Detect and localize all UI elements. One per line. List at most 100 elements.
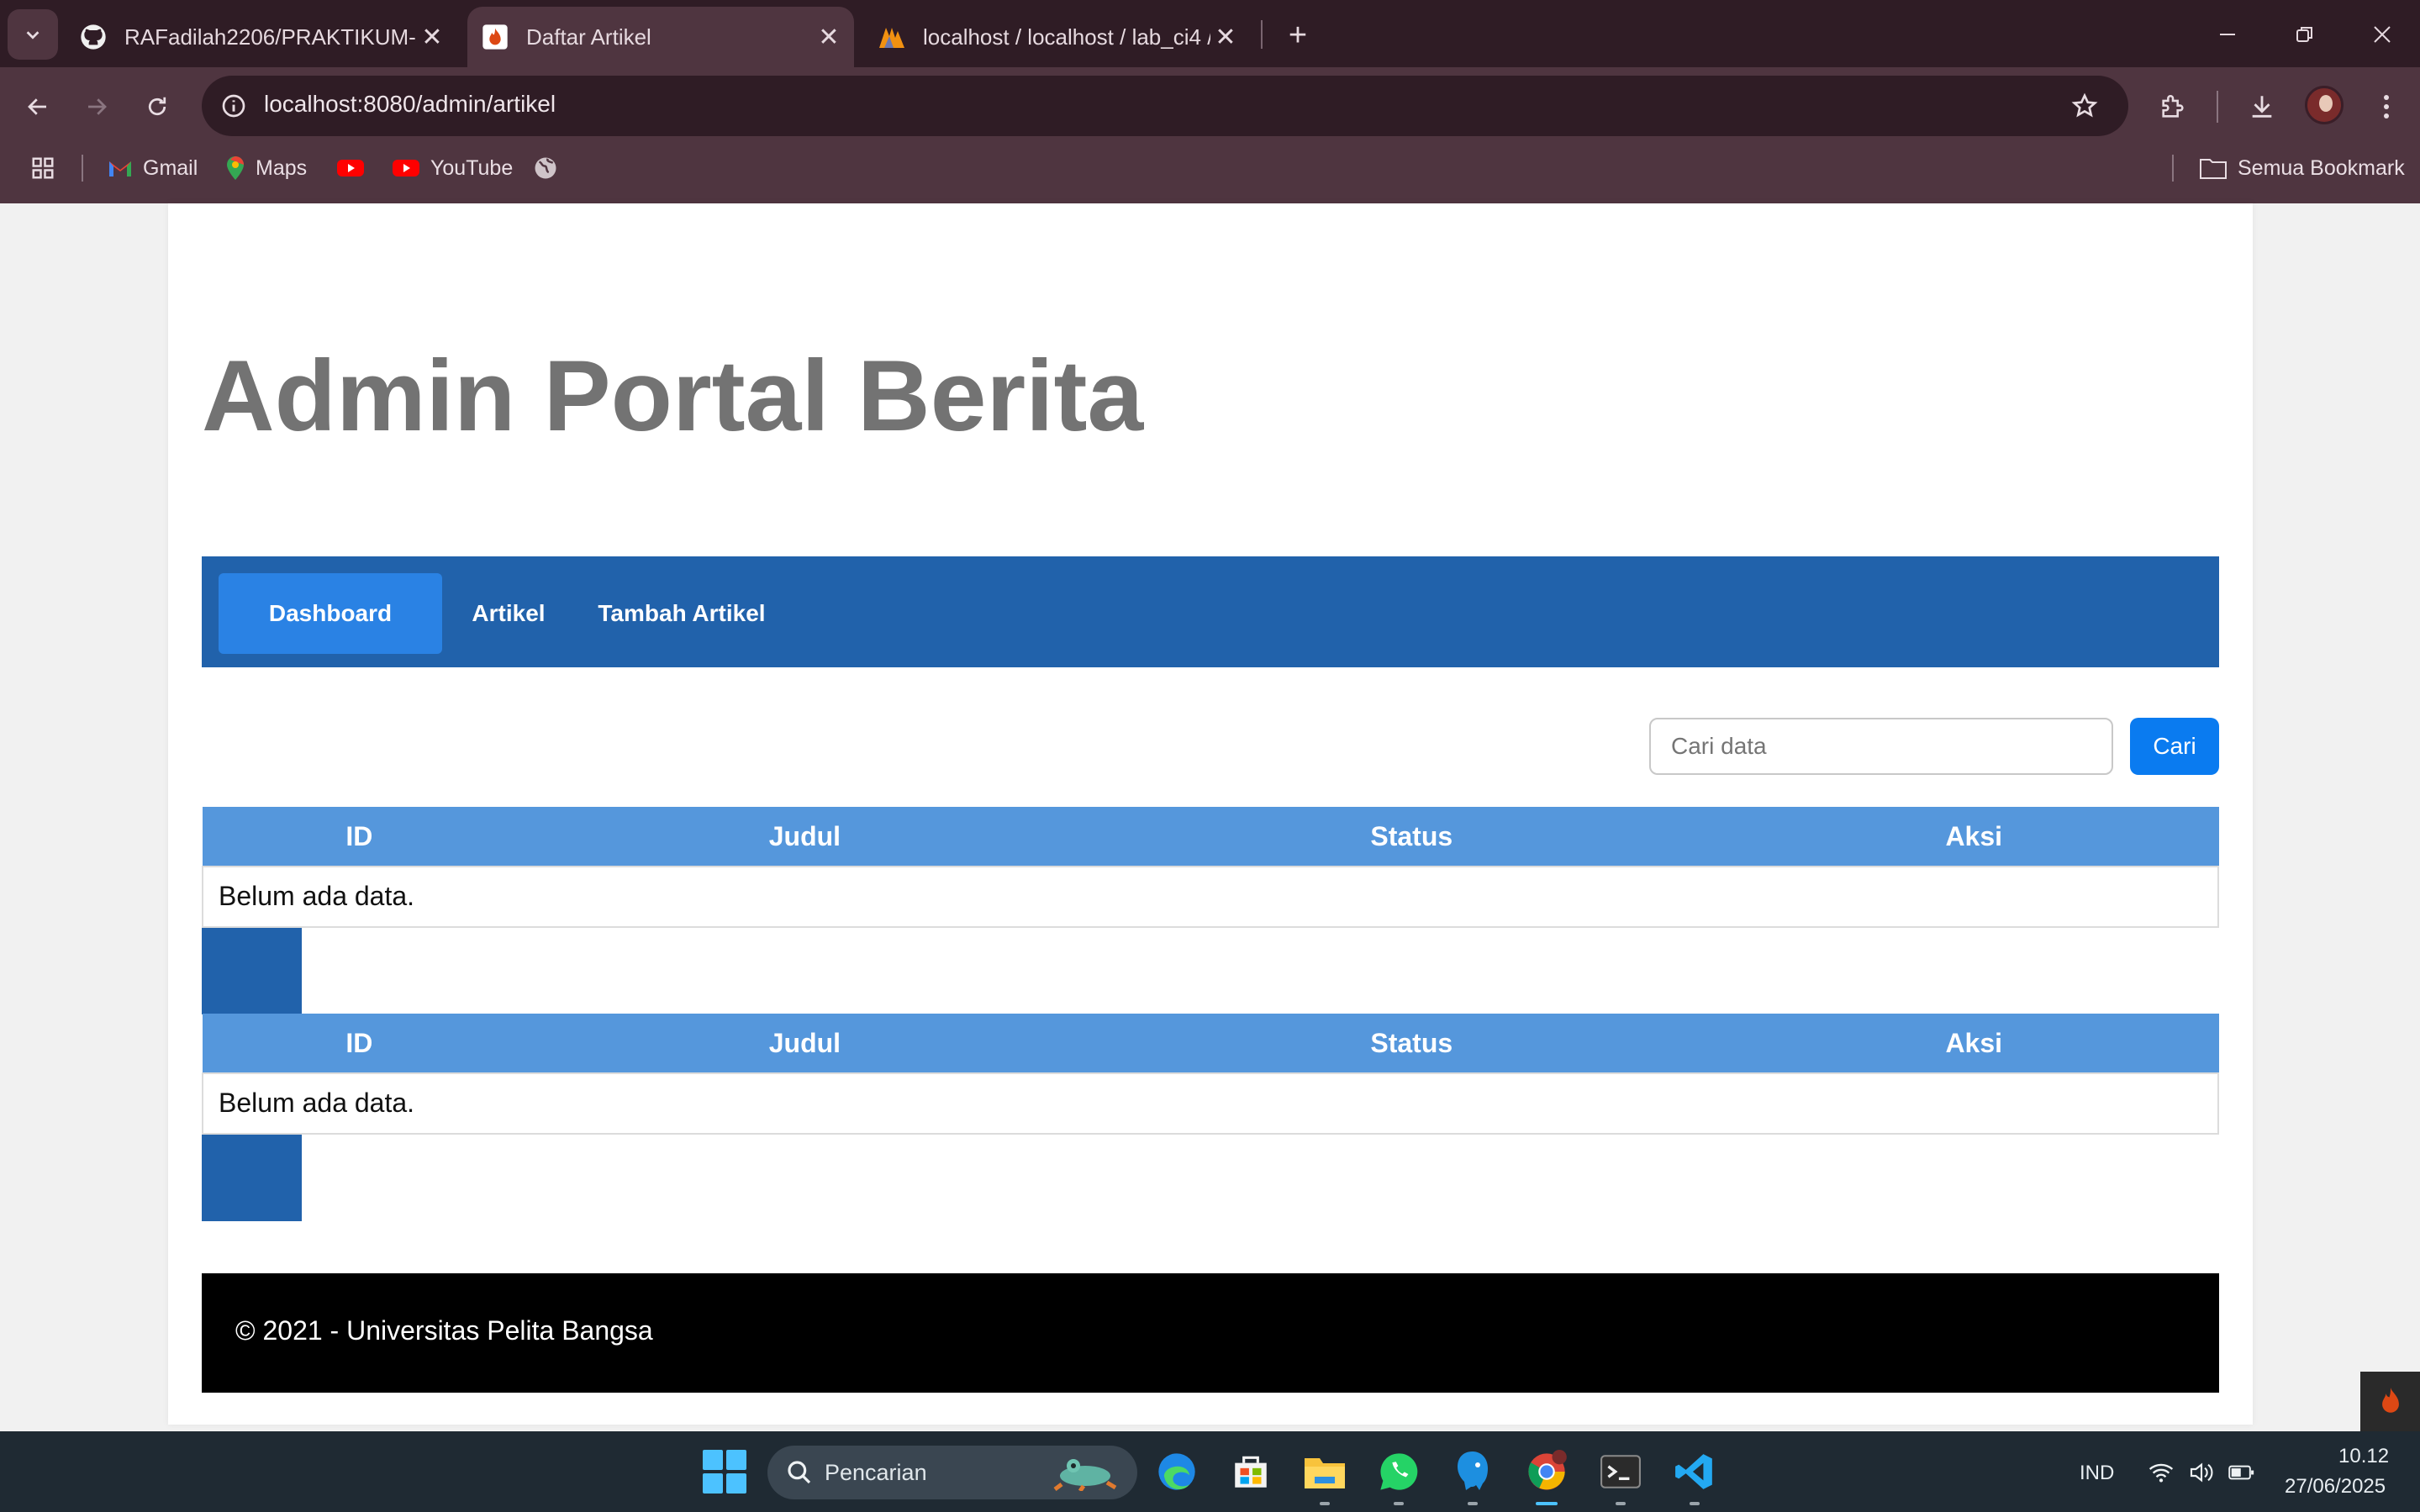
site-footer: © 2021 - Universitas Pelita Bangsa (202, 1273, 2219, 1393)
close-icon (2374, 26, 2391, 43)
nav-artikel[interactable]: Artikel (459, 573, 558, 654)
bookmark-star-icon[interactable] (2066, 87, 2103, 124)
forward-button[interactable] (76, 86, 118, 128)
toolbar-separator (2217, 91, 2218, 123)
page-container: Admin Portal Berita Dashboard Artikel Ta… (168, 203, 2253, 1425)
empty-message: Belum ada data. (202, 865, 2219, 928)
page-viewport: Admin Portal Berita Dashboard Artikel Ta… (0, 203, 2420, 1431)
close-tab-icon[interactable]: ✕ (814, 22, 844, 52)
battery-icon[interactable] (2228, 1458, 2256, 1487)
folder-icon (2199, 156, 2228, 180)
whatsapp-icon (1380, 1453, 1418, 1490)
empty-message: Belum ada data. (202, 1072, 2219, 1135)
youtube-icon (392, 158, 420, 178)
clock-date[interactable]: 27/06/2025 (2285, 1475, 2386, 1499)
back-button[interactable] (17, 86, 59, 128)
bookmark-label: YouTube (430, 155, 514, 180)
new-tab-button[interactable]: + (1274, 12, 1321, 59)
bookmark-maps[interactable]: Maps (225, 148, 307, 188)
more-vertical-icon (2384, 95, 2389, 119)
bookmark-globe[interactable] (533, 148, 568, 188)
close-window-button[interactable] (2357, 13, 2407, 55)
taskbar-search-placeholder: Pencarian (825, 1459, 927, 1485)
tab-title: RAFadilah2206/PRAKTIKUM-P4 (124, 24, 417, 50)
footer-text: © 2021 - Universitas Pelita Bangsa (235, 1315, 653, 1346)
puzzle-icon (2162, 95, 2184, 118)
taskbar-vscode[interactable] (1671, 1448, 1718, 1495)
taskbar-chrome[interactable] (1523, 1448, 1570, 1495)
column-header-status: Status (1093, 1014, 1730, 1073)
codeigniter-flame-icon (2381, 1387, 2399, 1413)
nav-tambah-artikel[interactable]: Tambah Artikel (575, 573, 788, 654)
search-input[interactable] (1649, 718, 2113, 775)
taskbar-store[interactable] (1227, 1448, 1274, 1495)
volume-icon[interactable] (2187, 1458, 2216, 1487)
downloads-button[interactable] (2239, 84, 2285, 129)
running-indicator (1320, 1502, 1330, 1505)
tab-title: Daftar Artikel (526, 24, 651, 50)
article-table: ID Judul Status Aksi Belum ada data. (202, 1014, 2219, 1135)
taskbar-file-explorer[interactable] (1301, 1448, 1348, 1495)
tab-github[interactable]: RAFadilah2206/PRAKTIKUM-P4 ✕ (71, 7, 457, 67)
bookmark-label: Gmail (143, 155, 198, 180)
restore-icon (2296, 27, 2312, 42)
nav-dashboard[interactable]: Dashboard (219, 573, 442, 654)
language-indicator[interactable]: IND (2080, 1462, 2114, 1485)
youtube-icon (336, 158, 365, 178)
maps-icon (225, 155, 245, 181)
tab-phpmyadmin[interactable]: localhost / localhost / lab_ci4 / ✕ (864, 7, 1251, 67)
close-tab-icon[interactable]: ✕ (1210, 22, 1241, 52)
restore-button[interactable] (2280, 13, 2330, 55)
chrome-icon (1528, 1450, 1567, 1490)
terminal-icon (1600, 1455, 1641, 1488)
table-row: Belum ada data. (202, 1072, 2219, 1135)
chevron-down-icon (26, 31, 40, 40)
taskbar-terminal[interactable] (1597, 1448, 1644, 1495)
apps-shortcut[interactable] (30, 148, 55, 188)
arrow-left-icon (28, 98, 46, 115)
column-header-id: ID (202, 1014, 517, 1073)
running-indicator (1394, 1502, 1404, 1505)
windows-taskbar: Pencarian IND 10.12 27/06/2025 (0, 1431, 2420, 1512)
minimize-button[interactable] (2202, 13, 2253, 55)
active-indicator (1536, 1502, 1558, 1505)
bookmark-youtube[interactable]: YouTube (392, 148, 513, 188)
profile-avatar[interactable] (2305, 86, 2344, 124)
tab-search-button[interactable] (8, 9, 58, 60)
file-explorer-icon (1305, 1458, 1345, 1488)
taskbar-postgres[interactable] (1449, 1448, 1496, 1495)
site-info-icon[interactable] (215, 87, 252, 124)
taskbar-search-box[interactable]: Pencarian (767, 1446, 1137, 1499)
all-bookmarks-label: Semua Bookmark (2238, 155, 2405, 180)
main-nav: Dashboard Artikel Tambah Artikel (202, 556, 2219, 667)
globe-icon (533, 155, 558, 181)
address-bar[interactable]: localhost:8080/admin/artikel (202, 76, 2128, 136)
search-icon (786, 1459, 813, 1486)
menu-button[interactable] (2364, 84, 2409, 129)
reload-button[interactable] (136, 86, 178, 128)
tab-strip: RAFadilah2206/PRAKTIKUM-P4 ✕ Daftar Arti… (0, 0, 2420, 67)
pagination-block[interactable] (202, 1135, 302, 1221)
address-url[interactable]: localhost:8080/admin/artikel (264, 91, 556, 118)
search-button[interactable]: Cari (2130, 718, 2219, 775)
pagination-block[interactable] (202, 928, 302, 1014)
codeigniter-debug-toolbar-button[interactable] (2360, 1372, 2420, 1431)
tab-daftar-artikel[interactable]: Daftar Artikel ✕ (467, 7, 854, 67)
close-tab-icon[interactable]: ✕ (417, 22, 447, 52)
postgres-icon (1458, 1451, 1488, 1490)
wifi-icon[interactable] (2147, 1458, 2175, 1487)
article-table: ID Judul Status Aksi Belum ada data. (202, 807, 2219, 928)
taskbar-edge[interactable] (1153, 1448, 1200, 1495)
bookmark-youtube-icon-only[interactable] (336, 148, 375, 188)
extensions-button[interactable] (2150, 84, 2196, 129)
bookmark-label: Maps (256, 155, 308, 180)
windows-start-button[interactable] (703, 1450, 746, 1494)
column-header-aksi: Aksi (1728, 807, 2219, 867)
table-row: Belum ada data. (202, 865, 2219, 928)
reload-icon (148, 97, 166, 116)
taskbar-whatsapp[interactable] (1375, 1448, 1422, 1495)
table-header-row: ID Judul Status Aksi (202, 807, 2219, 867)
bookmark-gmail[interactable]: Gmail (108, 148, 198, 188)
all-bookmarks-folder[interactable]: Semua Bookmark (2199, 148, 2405, 188)
clock-time[interactable]: 10.12 (2338, 1445, 2389, 1468)
